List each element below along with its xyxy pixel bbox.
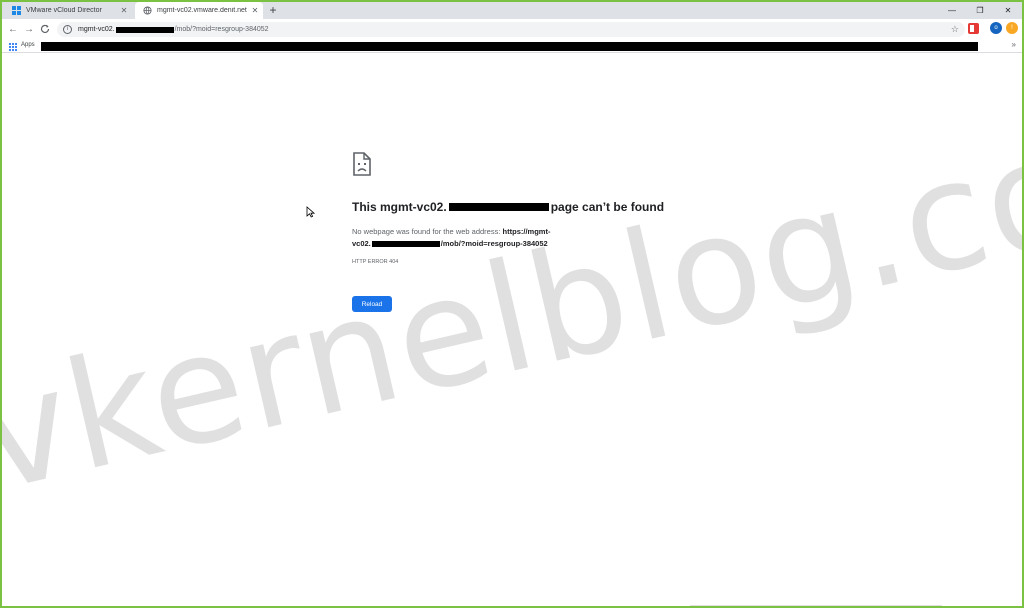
- chrome-menu-button[interactable]: !: [1006, 22, 1018, 34]
- error-title-suffix: page can’t be found: [550, 200, 665, 214]
- error-url-start: https://mgmt-: [502, 227, 551, 236]
- error-page: This mgmt-vc02. page can’t be found No w…: [2, 54, 1022, 606]
- forward-button[interactable]: →: [22, 22, 36, 36]
- mouse-cursor-icon: [306, 206, 315, 218]
- error-title-prefix: This mgmt-vc02.: [352, 200, 447, 214]
- url-prefix: mgmt-vc02.: [78, 26, 115, 33]
- sad-document-icon: [353, 152, 371, 176]
- redacted-block: [115, 26, 174, 33]
- reload-page-button[interactable]: Reload: [352, 296, 392, 312]
- tab-title: VMware vCloud Director: [26, 7, 102, 14]
- back-button[interactable]: ←: [6, 22, 20, 36]
- toolbar: ← → i mgmt-vc02. /mob/?moid=resgroup-384…: [2, 19, 1022, 40]
- vmware-icon: [12, 6, 21, 15]
- extension-icon[interactable]: [968, 23, 979, 34]
- browser-window: VMware vCloud Director ✕ mgmt-vc02.vmwar…: [2, 2, 1022, 606]
- redacted-block: [448, 203, 549, 211]
- error-desc-text: No webpage was found for the web address…: [352, 227, 501, 236]
- bookmarks-bar: Apps »: [2, 40, 1022, 53]
- address-bar[interactable]: i mgmt-vc02. /mob/?moid=resgroup-384052 …: [57, 22, 965, 37]
- close-icon[interactable]: ✕: [249, 6, 261, 15]
- status-line: [690, 605, 942, 606]
- reload-button[interactable]: [38, 22, 52, 36]
- tab-title: mgmt-vc02.vmware.denit.net: [157, 7, 247, 14]
- redacted-block: [371, 241, 440, 248]
- reload-icon: [40, 24, 50, 34]
- watermark: vkernelblog.com: [2, 69, 1022, 526]
- restore-button[interactable]: ❐: [970, 2, 990, 19]
- new-tab-button[interactable]: +: [266, 3, 280, 17]
- bookmarks-overflow-button[interactable]: »: [1012, 40, 1016, 49]
- minimize-button[interactable]: —: [942, 2, 962, 19]
- close-window-button[interactable]: ✕: [998, 2, 1018, 19]
- tab-vcloud-director[interactable]: VMware vCloud Director ✕: [4, 2, 132, 19]
- apps-link[interactable]: Apps: [21, 42, 35, 48]
- info-icon[interactable]: i: [63, 25, 72, 34]
- error-description: No webpage was found for the web address…: [352, 226, 582, 250]
- tab-mgmt-vc02[interactable]: mgmt-vc02.vmware.denit.net ✕: [135, 2, 263, 19]
- tab-strip: VMware vCloud Director ✕ mgmt-vc02.vmwar…: [2, 2, 1022, 19]
- globe-icon: [143, 6, 152, 15]
- bookmark-star-icon[interactable]: ☆: [951, 24, 959, 35]
- error-code: HTTP ERROR 404: [352, 259, 399, 265]
- error-url-mid: vc02.: [352, 239, 371, 248]
- profile-avatar[interactable]: o: [990, 22, 1002, 34]
- error-title: This mgmt-vc02. page can’t be found: [352, 200, 664, 214]
- close-icon[interactable]: ✕: [118, 6, 130, 15]
- error-url-end: /mob/?moid=resgroup-384052: [440, 239, 548, 248]
- url-suffix: /mob/?moid=resgroup-384052: [174, 26, 269, 33]
- apps-grid-icon[interactable]: [9, 43, 17, 51]
- redacted-bookmarks: [41, 42, 978, 51]
